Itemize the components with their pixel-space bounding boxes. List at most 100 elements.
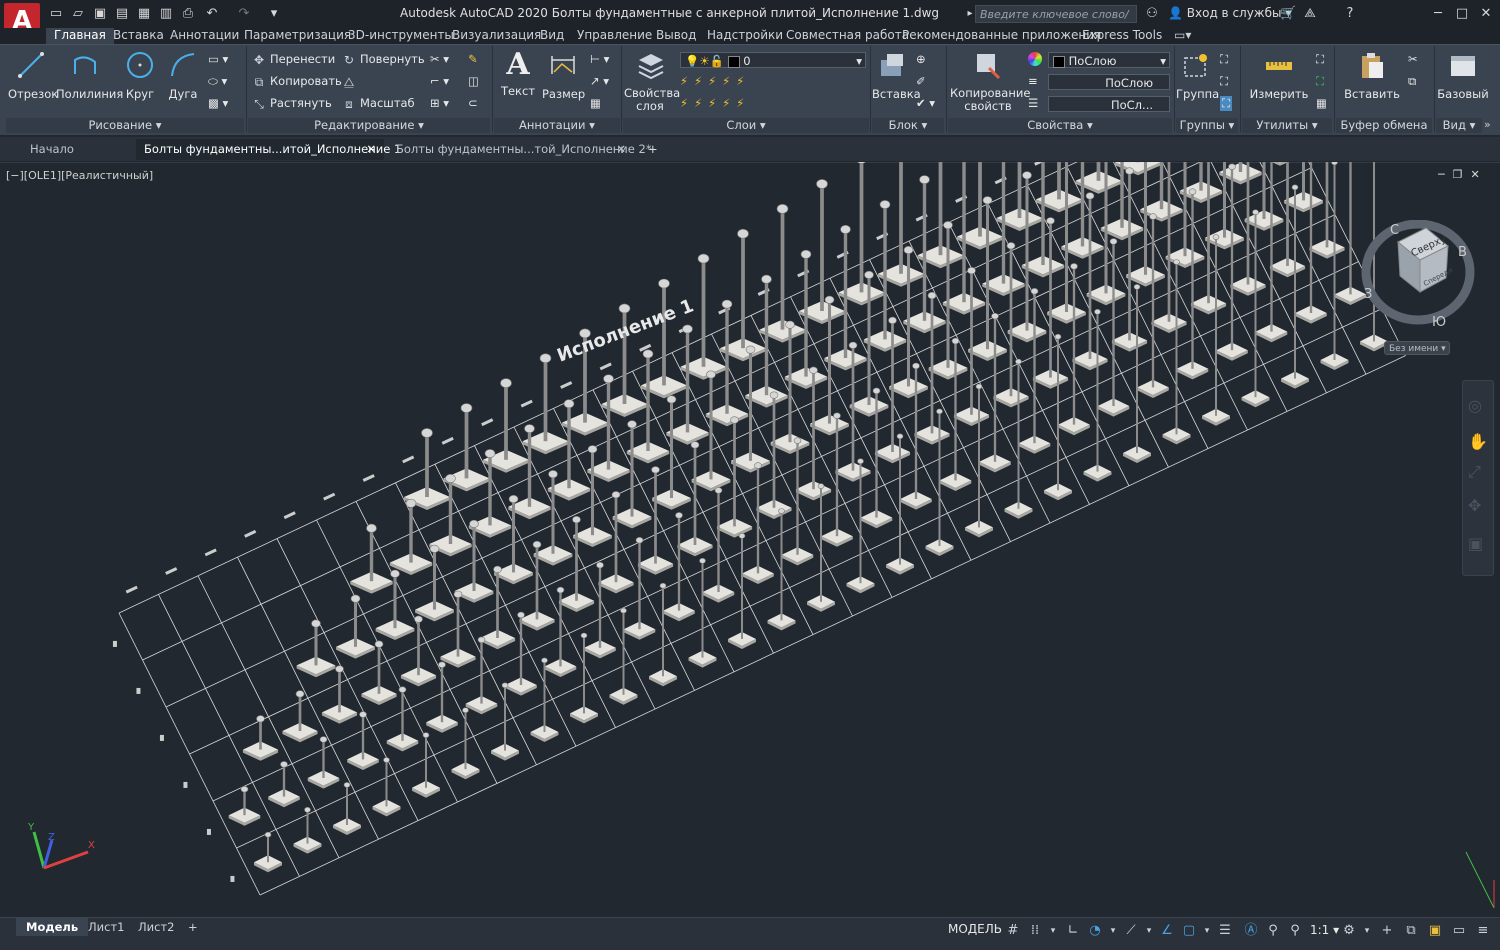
color-dropdown[interactable]: ПоСлою▾ <box>1048 52 1170 68</box>
layer-properties-button[interactable]: Свойства слоя <box>624 50 676 113</box>
osnap-dropdown-icon[interactable]: ▾ <box>1198 922 1216 940</box>
annotation-autoscale-icon[interactable]: ⚲ <box>1264 922 1282 940</box>
stretch-button[interactable]: ⤡Растянуть <box>252 96 332 111</box>
scale-button[interactable]: ⧈Масштаб <box>342 96 415 111</box>
tab-view[interactable]: Вид <box>540 28 564 44</box>
tab-collaborate[interactable]: Совместная работа <box>786 28 909 44</box>
offset-icon[interactable]: ⊂ <box>468 96 478 110</box>
line-button[interactable]: Отрезок <box>8 50 54 101</box>
fillet-icon[interactable]: ⌐ ▾ <box>430 74 449 88</box>
layout-tab-sheet2[interactable]: Лист2 <box>128 918 184 936</box>
signin-button[interactable]: 👤 Вход в службы ▾ <box>1168 6 1291 20</box>
object-snap-icon[interactable]: ▢ <box>1180 922 1198 940</box>
ellipse-icon[interactable]: ⬭ ▾ <box>208 74 227 89</box>
isodraft-dropdown-icon[interactable]: ▾ <box>1140 922 1158 940</box>
tab-manage[interactable]: Управление <box>577 28 652 44</box>
leader-icon[interactable]: ↗ ▾ <box>590 74 609 88</box>
cart-icon[interactable]: 🛒 <box>1280 6 1296 22</box>
clean-screen-icon[interactable]: ▭ <box>1450 922 1468 940</box>
workspace-gear-icon[interactable]: ⚙ <box>1340 922 1358 940</box>
linetype-dropdown[interactable]: ПоСлою <box>1048 74 1170 90</box>
close-tab-icon[interactable]: ✕ <box>616 139 626 160</box>
tab-addins[interactable]: Надстройки <box>707 28 783 44</box>
compass-east[interactable]: В <box>1458 245 1467 260</box>
annotation-panel-title[interactable]: Аннотации ▾ <box>494 118 620 133</box>
modify-panel-title[interactable]: Редактирование ▾ <box>248 118 490 133</box>
annotation-scale-icon[interactable]: ⚲ <box>1286 922 1304 940</box>
orbit-icon[interactable]: ✥ <box>1468 496 1481 515</box>
utilities-panel-title[interactable]: Утилиты ▾ <box>1242 118 1332 133</box>
tab-3d-tools[interactable]: 3D-инструменты <box>348 28 454 44</box>
text-button[interactable]: A Текст <box>498 50 538 98</box>
bolt-grid-model[interactable]: Исполнение 1 <box>0 162 1500 917</box>
select-all-icon[interactable]: ⛶ <box>1316 74 1324 89</box>
block-panel-title[interactable]: Блок ▾ <box>872 118 944 133</box>
add-layout-icon[interactable]: + <box>178 918 208 936</box>
ungroup-icon[interactable]: ⛶ <box>1220 52 1228 67</box>
linear-dim-icon[interactable]: ⊢ ▾ <box>590 52 609 66</box>
save-as-icon[interactable]: ▤ <box>114 6 130 22</box>
trim-icon[interactable]: ✂ ▾ <box>430 52 449 66</box>
polyline-button[interactable]: Полилиния <box>56 50 116 101</box>
tab-visualize[interactable]: Визуализация <box>452 28 541 44</box>
copy-button[interactable]: ⧉Копировать <box>252 74 342 89</box>
tab-annotate[interactable]: Аннотации <box>170 28 239 44</box>
quick-access-customize-icon[interactable]: ▾ <box>266 6 282 22</box>
file-tab-2[interactable]: Болты фундаментны...той_Исполнение 2*✕ <box>388 139 636 160</box>
arc-button[interactable]: Дуга <box>164 50 202 101</box>
match-properties-button[interactable]: Копирование свойств <box>950 50 1026 113</box>
layers-panel-title[interactable]: Слои ▾ <box>623 118 869 133</box>
clipboard-panel-title[interactable]: Буфер обмена <box>1336 118 1432 133</box>
file-tab-start[interactable]: Начало <box>22 139 134 160</box>
close-tab-icon[interactable]: ✕ <box>366 139 376 160</box>
binoculars-icon[interactable]: ⚇ <box>1144 6 1160 22</box>
grid-toggle-icon[interactable]: # <box>1004 922 1022 940</box>
paste-button[interactable]: Вставить <box>1344 50 1400 101</box>
table-icon[interactable]: ▦ <box>590 96 601 110</box>
group-edit-icon[interactable]: ⛶ <box>1220 74 1228 89</box>
redo-icon[interactable]: ↷ <box>236 6 252 22</box>
plot-icon[interactable]: ⎙ <box>180 6 196 22</box>
layer-tools-row2[interactable]: ⚡⚡⚡⚡⚡ <box>680 96 750 110</box>
plus-icon[interactable]: + <box>1378 922 1396 940</box>
ortho-toggle-icon[interactable]: ∟ <box>1064 922 1082 940</box>
layer-tools-row1[interactable]: ⚡⚡⚡⚡⚡ <box>680 74 750 88</box>
ucs-dropdown[interactable]: Без имени ▾ <box>1384 341 1450 355</box>
view-panel-title[interactable]: Вид ▾ <box>1436 118 1482 133</box>
tab-home[interactable]: Главная <box>46 28 114 44</box>
pan-icon[interactable]: ✋ <box>1468 432 1488 451</box>
undo-icon[interactable]: ↶ <box>204 6 220 22</box>
isodraft-icon[interactable]: ⟋ <box>1122 922 1140 940</box>
polar-toggle-icon[interactable]: ◔ <box>1086 922 1104 940</box>
workspace-dropdown-icon[interactable]: ▾ <box>1358 922 1376 940</box>
customization-menu-icon[interactable]: ≡ <box>1474 922 1492 940</box>
lineweight-dropdown[interactable]: ПоСл... <box>1048 96 1170 112</box>
viewcube[interactable]: Сверху Спереди С В З Ю <box>1360 220 1480 330</box>
steering-wheel-icon[interactable]: ◎ <box>1468 396 1482 415</box>
search-input[interactable]: Введите ключевое слово/фразу <box>975 5 1137 23</box>
explode-icon[interactable]: ◫ <box>468 74 479 88</box>
rectangle-icon[interactable]: ▭ ▾ <box>208 52 228 66</box>
polar-dropdown-icon[interactable]: ▾ <box>1104 922 1122 940</box>
rotate-button[interactable]: ↻Повернуть <box>342 52 425 67</box>
draw-panel-title[interactable]: Рисование ▾ <box>6 118 244 133</box>
tab-parametric[interactable]: Параметризация <box>244 28 351 44</box>
tab-insert[interactable]: Вставка <box>113 28 164 44</box>
tab-featured-apps[interactable]: Рекомендованные приложения <box>902 28 1101 44</box>
zoom-extents-icon[interactable]: ⤢ <box>1468 462 1481 482</box>
color-wheel-icon[interactable] <box>1028 52 1042 66</box>
new-file-icon[interactable]: ▭ <box>48 6 64 22</box>
lineweight-toggle-icon[interactable]: ☰ <box>1216 922 1234 940</box>
file-tab-active[interactable]: Болты фундаментны...итой_Исполнение 1✕ <box>136 139 384 160</box>
tab-output[interactable]: Вывод <box>656 28 696 44</box>
object-tracking-icon[interactable]: ∠ <box>1158 922 1176 940</box>
model-space-button[interactable]: МОДЕЛЬ <box>948 922 1002 936</box>
copy-clip-icon[interactable]: ⧉ <box>1408 74 1416 89</box>
ribbon-expand-icon[interactable]: » <box>1484 118 1491 131</box>
cut-icon[interactable]: ✂ <box>1408 52 1418 66</box>
maximize-icon[interactable]: □ <box>1454 6 1470 22</box>
ribbon-options-icon[interactable]: ▭▾ <box>1174 28 1191 44</box>
create-block-icon[interactable]: ⊕ <box>916 52 926 66</box>
open-file-icon[interactable]: ▱ <box>70 6 86 22</box>
edit-block-icon[interactable]: ✐ <box>916 74 926 88</box>
